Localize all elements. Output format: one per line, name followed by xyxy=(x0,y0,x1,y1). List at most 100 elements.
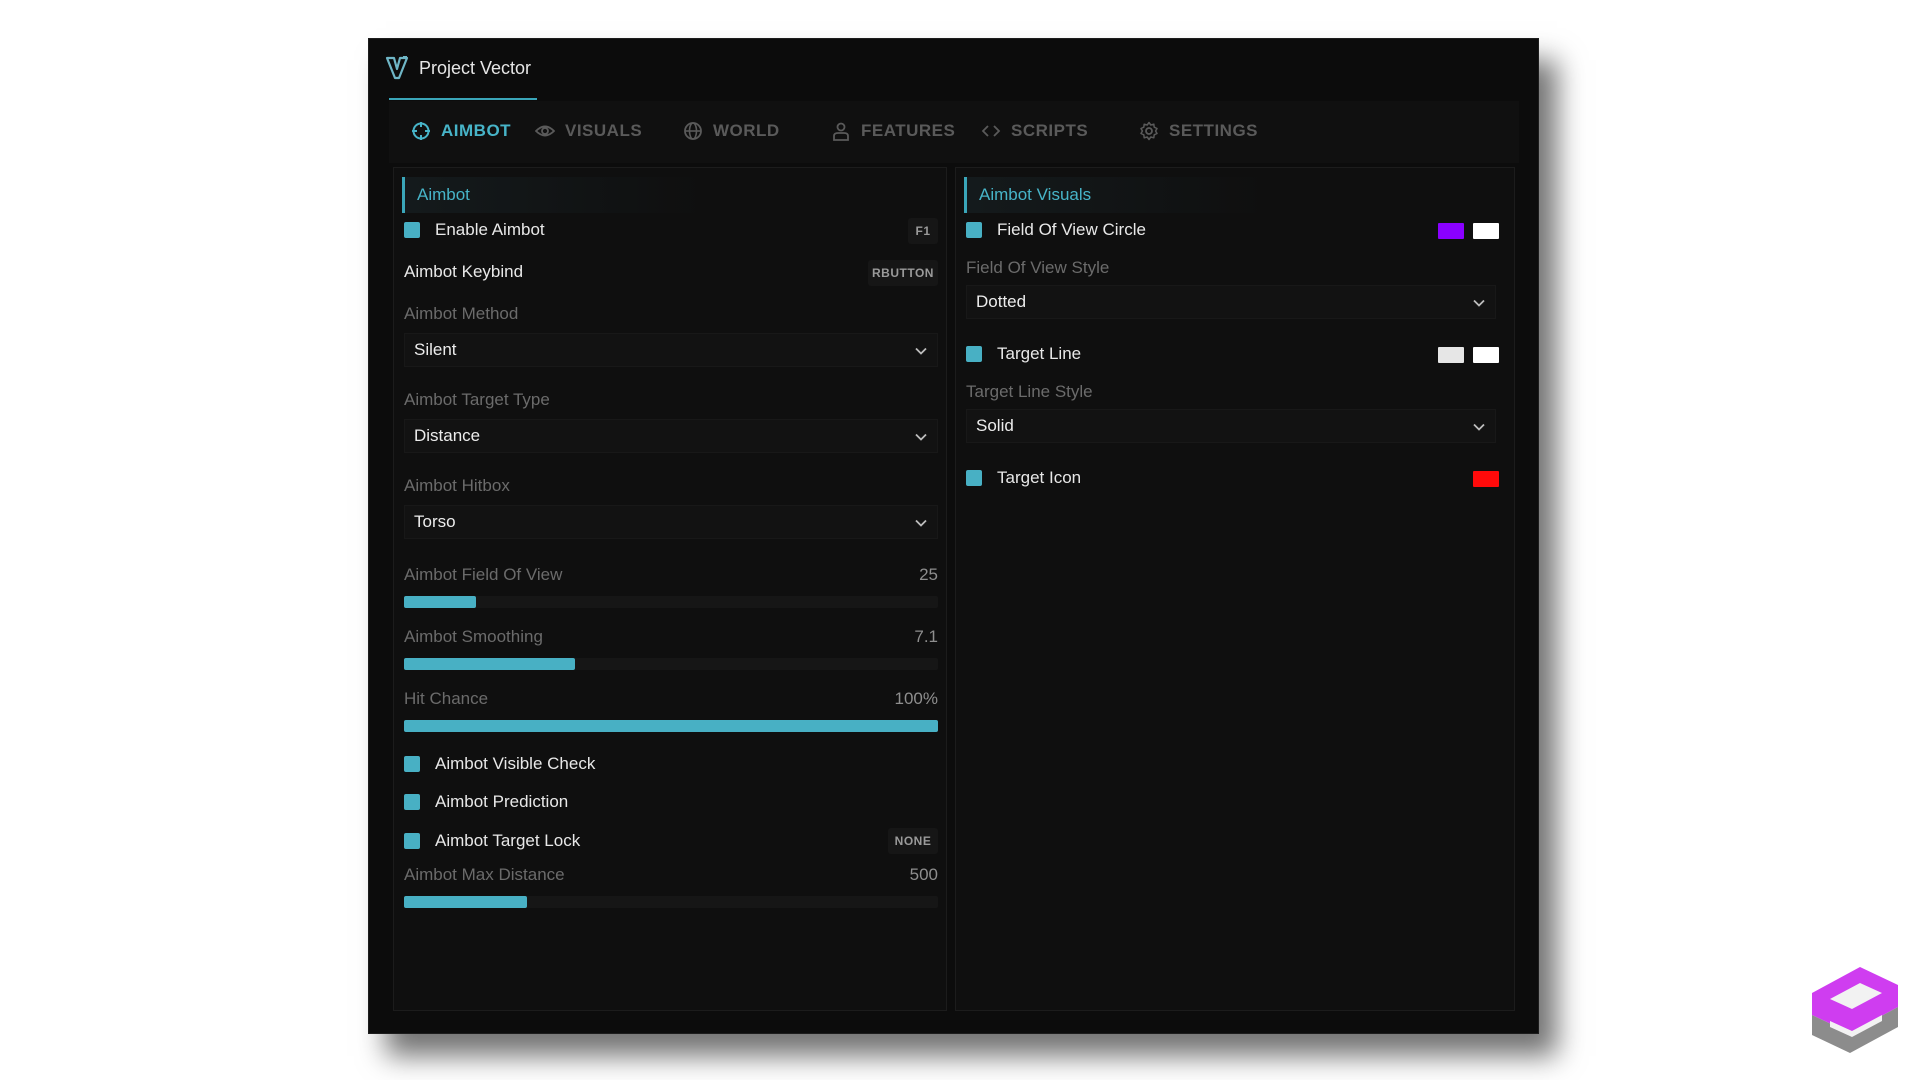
aimbot-visuals-panel: Aimbot Visuals Field Of View Circle Fiel… xyxy=(955,167,1515,1011)
watermark-logo xyxy=(1812,967,1898,1053)
target-lock-label: Aimbot Target Lock xyxy=(435,831,581,850)
fov-style-label: Field Of View Style xyxy=(966,258,1110,277)
tab-label: FEATURES xyxy=(861,121,956,140)
aimbot-fov-label-row: Aimbot Field Of View 25 xyxy=(404,565,938,585)
chevron-down-icon xyxy=(915,347,927,355)
target-line-color-2[interactable] xyxy=(1473,347,1499,363)
aimbot-target-type-select[interactable]: Distance xyxy=(404,419,938,453)
target-icon-checkbox[interactable] xyxy=(966,470,982,486)
app-window: Project Vector AIMBOT VISUALS WORLD FEAT… xyxy=(368,38,1539,1034)
target-line-style-label: Target Line Style xyxy=(966,382,1093,401)
eye-icon xyxy=(535,125,555,137)
prediction-toggle[interactable]: Aimbot Prediction xyxy=(404,788,568,816)
aimbot-target-type-value: Distance xyxy=(414,426,481,445)
enable-aimbot-checkbox[interactable] xyxy=(404,222,420,238)
aimbot-fov-slider-fill xyxy=(404,596,477,608)
hit-chance-label-row: Hit Chance 100% xyxy=(404,689,938,709)
aimbot-method-value: Silent xyxy=(414,340,457,359)
target-lock-toggle[interactable]: Aimbot Target Lock xyxy=(404,827,580,855)
aimbot-hitbox-select[interactable]: Torso xyxy=(404,505,938,539)
target-icon-color[interactable] xyxy=(1473,471,1499,487)
enable-aimbot-label: Enable Aimbot xyxy=(435,220,545,239)
hit-chance-slider[interactable] xyxy=(404,720,938,732)
chevron-down-icon xyxy=(915,433,927,441)
prediction-checkbox[interactable] xyxy=(404,794,420,810)
target-line-label: Target Line xyxy=(997,344,1082,363)
target-lock-keybind[interactable]: NONE xyxy=(888,828,938,854)
tab-label: SCRIPTS xyxy=(1011,121,1089,140)
tab-settings[interactable]: SETTINGS xyxy=(1139,115,1258,147)
target-line-color-1[interactable] xyxy=(1438,347,1464,363)
target-line-style-select[interactable]: Solid xyxy=(966,409,1496,443)
enable-aimbot-keybind[interactable]: F1 xyxy=(908,218,938,244)
aimbot-method-label: Aimbot Method xyxy=(404,304,519,323)
globe-icon xyxy=(684,122,702,140)
aimbot-hitbox-label: Aimbot Hitbox xyxy=(404,476,510,495)
fov-circle-toggle[interactable]: Field Of View Circle xyxy=(966,216,1146,244)
aimbot-smoothing-label: Aimbot Smoothing xyxy=(404,627,543,646)
tab-label: AIMBOT xyxy=(441,121,512,140)
target-lock-checkbox[interactable] xyxy=(404,833,420,849)
aimbot-keybind-button[interactable]: RBUTTON xyxy=(868,260,938,286)
aimbot-keybind-label: Aimbot Keybind xyxy=(404,262,524,281)
aimbot-fov-value: 25 xyxy=(919,565,938,584)
gear-icon xyxy=(1140,121,1158,141)
aimbot-section-header: Aimbot xyxy=(402,177,702,213)
target-line-toggle[interactable]: Target Line xyxy=(966,340,1081,368)
tab-features[interactable]: FEATURES xyxy=(831,115,955,147)
chevron-down-icon xyxy=(1473,423,1485,431)
visible-check-checkbox[interactable] xyxy=(404,756,420,772)
target-line-checkbox[interactable] xyxy=(966,346,982,362)
aimbot-keybind-row: Aimbot Keybind xyxy=(404,258,523,286)
hit-chance-slider-fill xyxy=(404,720,938,732)
user-icon xyxy=(833,122,849,141)
aimbot-target-type-label: Aimbot Target Type xyxy=(404,390,550,409)
fov-circle-label: Field Of View Circle xyxy=(997,220,1146,239)
visible-check-label: Aimbot Visible Check xyxy=(435,754,596,773)
tab-label: WORLD xyxy=(713,121,780,140)
tab-label: VISUALS xyxy=(565,121,643,140)
fov-circle-checkbox[interactable] xyxy=(966,222,982,238)
aimbot-hitbox-value: Torso xyxy=(414,512,456,531)
aimbot-method-select[interactable]: Silent xyxy=(404,333,938,367)
aimbot-visuals-section-header: Aimbot Visuals xyxy=(964,177,1264,213)
visible-check-toggle[interactable]: Aimbot Visible Check xyxy=(404,750,595,778)
tab-scripts[interactable]: SCRIPTS xyxy=(981,115,1088,147)
window-title: Project Vector xyxy=(419,58,532,78)
tab-bar: AIMBOT VISUALS WORLD FEATURES SCRIPTS SE… xyxy=(389,101,1519,163)
hit-chance-label: Hit Chance xyxy=(404,689,489,708)
hit-chance-value: 100% xyxy=(894,689,938,708)
tab-world[interactable]: WORLD xyxy=(683,115,780,147)
aimbot-panel: Aimbot Enable Aimbot F1 Aimbot Keybind R… xyxy=(393,167,947,1011)
code-icon xyxy=(981,125,1001,137)
aimbot-fov-slider[interactable] xyxy=(404,596,938,608)
max-distance-label: Aimbot Max Distance xyxy=(404,865,565,884)
title-bar[interactable]: Project Vector xyxy=(369,39,1538,97)
prediction-label: Aimbot Prediction xyxy=(435,792,569,811)
aimbot-smoothing-label-row: Aimbot Smoothing 7.1 xyxy=(404,627,938,647)
aimbot-smoothing-slider[interactable] xyxy=(404,658,938,670)
tab-label: SETTINGS xyxy=(1169,121,1259,140)
aimbot-fov-label: Aimbot Field Of View xyxy=(404,565,563,584)
target-icon-label: Target Icon xyxy=(997,468,1082,487)
tab-visuals[interactable]: VISUALS xyxy=(535,115,642,147)
chevron-down-icon xyxy=(915,519,927,527)
tab-aimbot[interactable]: AIMBOT xyxy=(411,115,511,147)
fov-circle-color-1[interactable] xyxy=(1438,223,1464,239)
fov-style-select[interactable]: Dotted xyxy=(966,285,1496,319)
title-underline xyxy=(389,98,537,100)
target-icon-toggle[interactable]: Target Icon xyxy=(966,464,1081,492)
fov-style-value: Dotted xyxy=(976,292,1027,311)
max-distance-label-row: Aimbot Max Distance 500 xyxy=(404,865,938,885)
max-distance-value: 500 xyxy=(909,865,938,884)
fov-circle-color-2[interactable] xyxy=(1473,223,1499,239)
max-distance-slider[interactable] xyxy=(404,896,938,908)
target-line-style-value: Solid xyxy=(976,416,1014,435)
crosshair-icon xyxy=(412,122,430,140)
app-logo-icon xyxy=(385,56,409,80)
max-distance-slider-fill xyxy=(404,896,527,908)
aimbot-smoothing-value: 7.1 xyxy=(914,627,938,646)
aimbot-smoothing-slider-fill xyxy=(404,658,575,670)
enable-aimbot-toggle[interactable]: Enable Aimbot xyxy=(404,216,545,244)
chevron-down-icon xyxy=(1473,299,1485,307)
